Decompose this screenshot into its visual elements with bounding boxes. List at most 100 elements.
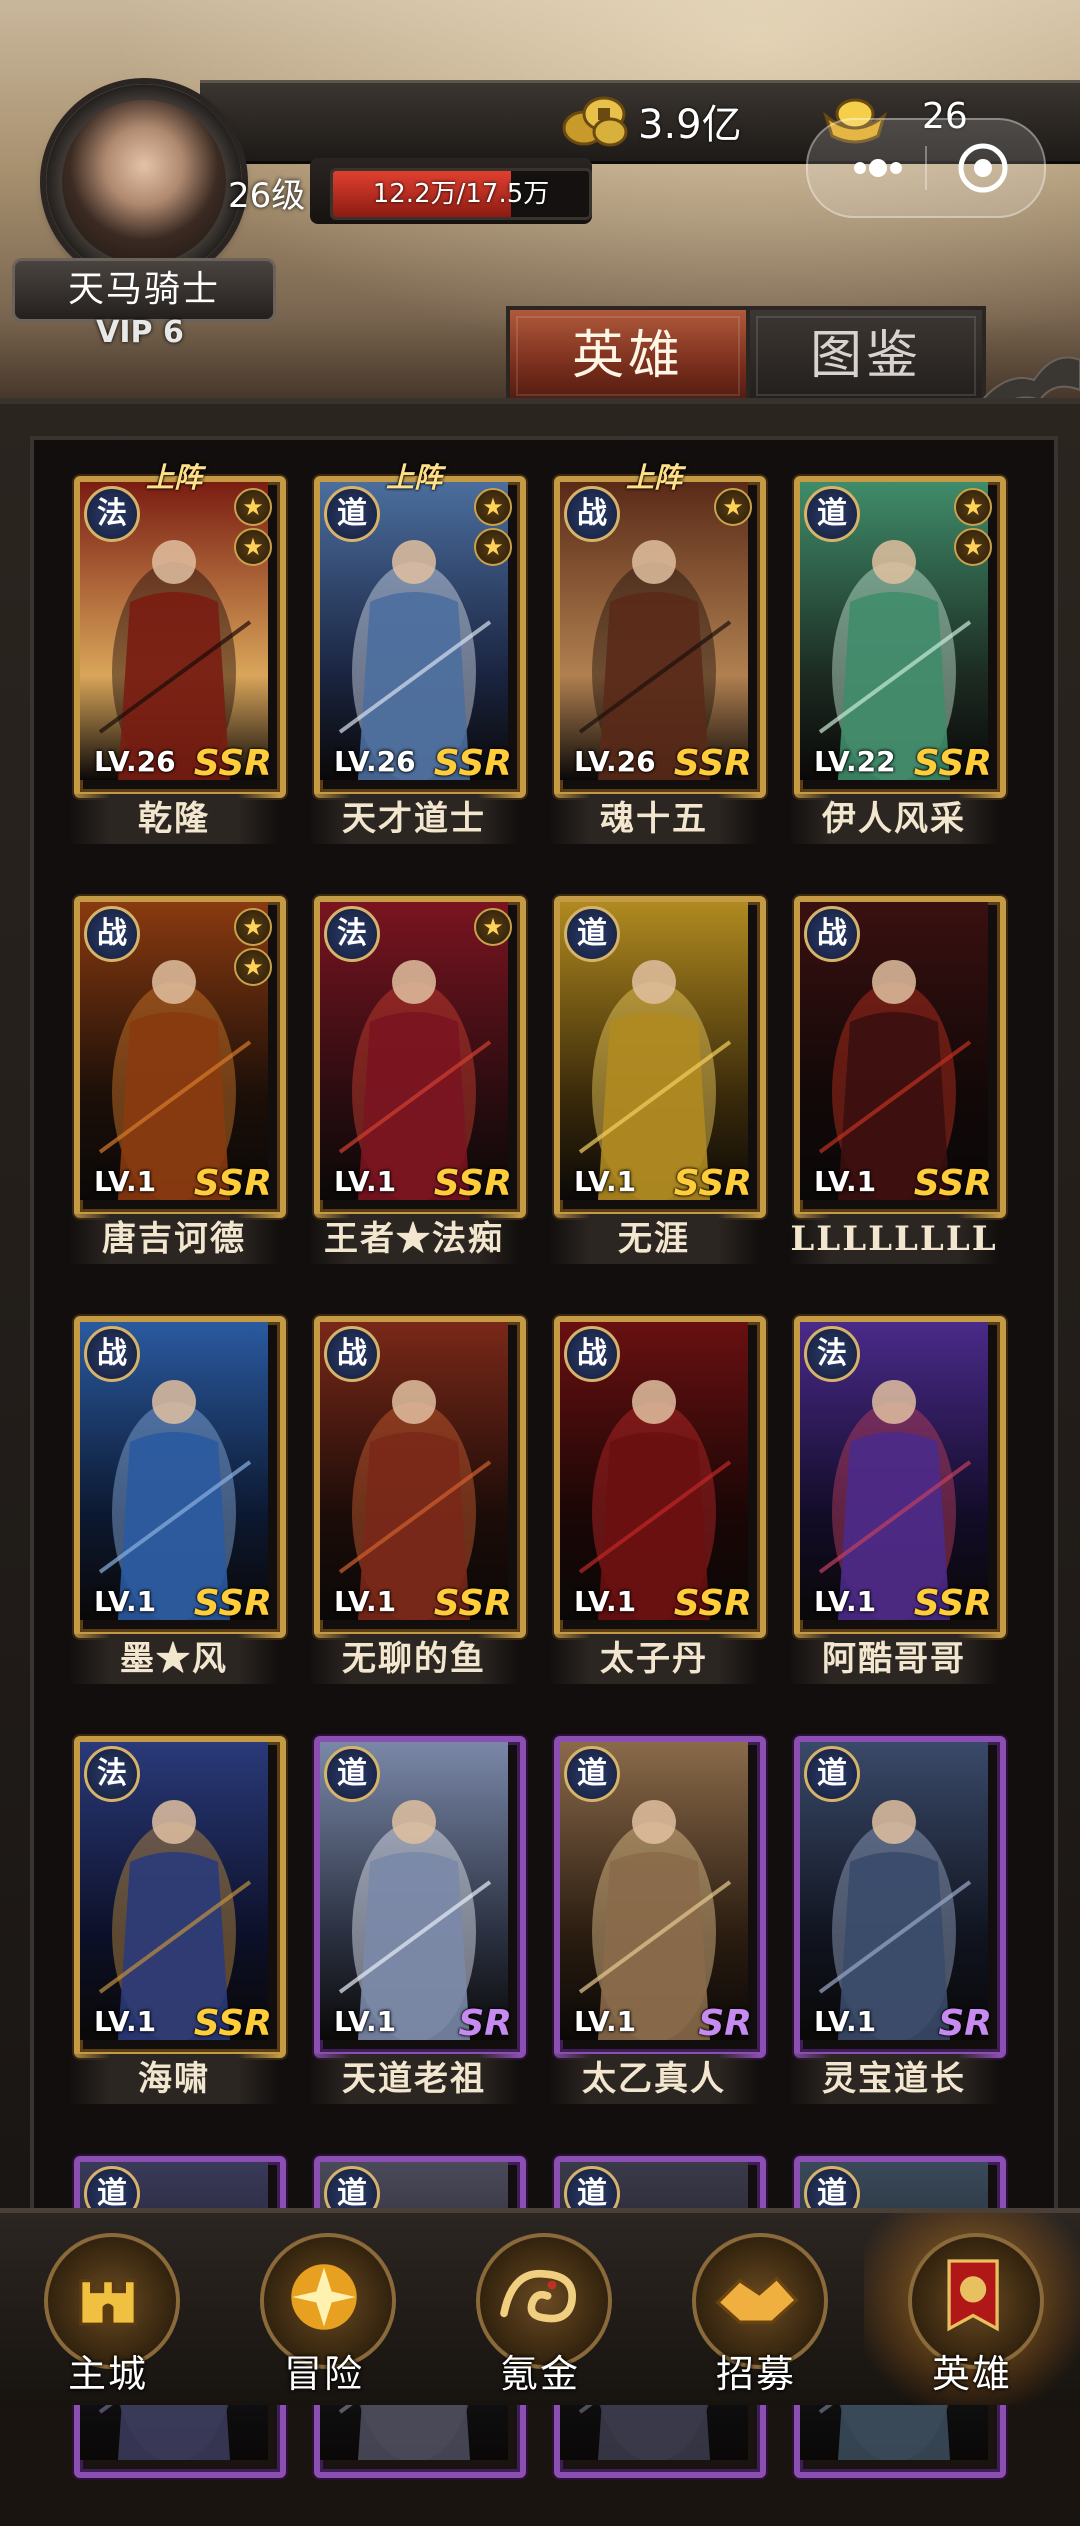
hero-card[interactable]: 法 LV.1 SSR 海啸	[68, 1736, 286, 2106]
avatar-portrait	[62, 100, 226, 264]
hero-level: LV.22	[814, 745, 896, 778]
star-icon: ★	[954, 488, 992, 526]
hero-card[interactable]: 道 ★ ★ LV.22 SSR 伊人风采	[788, 476, 1006, 846]
star-icon: ★	[234, 528, 272, 566]
hero-card[interactable]: 道 LV.1 SR 天道老祖	[308, 1736, 526, 2106]
player-avatar[interactable]	[46, 84, 242, 280]
miniprogram-capsule	[806, 118, 1046, 218]
hero-name: LLLLLLLL	[788, 1214, 1000, 1264]
hero-name: 太子丹	[548, 1634, 760, 1684]
hero-name: 唐吉诃德	[68, 1214, 280, 1264]
nav-item-castle[interactable]: 主城	[0, 2213, 216, 2405]
hero-class-badge: 道	[564, 1746, 620, 1802]
gold-coins-icon	[562, 96, 628, 147]
hero-level: LV.26	[574, 745, 656, 778]
deployed-badge: 上阵	[625, 461, 682, 494]
hero-name: 王者★法痴	[308, 1214, 520, 1264]
hero-rarity: SR	[698, 2003, 752, 2044]
hero-card[interactable]: 法 LV.1 SSR 阿酷哥哥	[788, 1316, 1006, 1686]
hero-rarity: SSR	[673, 1583, 752, 1624]
star-icon: ★	[234, 488, 272, 526]
hero-portrait-frame: 战 LV.1 SSR	[314, 1316, 526, 1638]
hero-level: LV.1	[814, 2005, 877, 2038]
hero-class-badge: 道	[804, 1746, 860, 1802]
hero-grid[interactable]: 法 ★ ★ LV.26 SSR 上阵 乾隆 道 ★ ★ LV.26 SSR 上阵…	[30, 436, 1058, 2478]
hero-card[interactable]: 道 LV.1 SR 太乙真人	[548, 1736, 766, 2106]
hero-class-badge: 战	[804, 906, 860, 962]
hero-rarity: SSR	[433, 743, 512, 784]
hero-card[interactable]: 战 ★ ★ LV.1 SSR 唐吉诃德	[68, 896, 286, 1266]
nav-item-handshake[interactable]: 招募	[648, 2213, 864, 2405]
player-name: 天马骑士	[12, 258, 276, 322]
hero-class-badge: 战	[324, 1326, 380, 1382]
hero-rarity: SSR	[193, 1583, 272, 1624]
hero-class-badge: 法	[324, 906, 380, 962]
dragon-icon	[500, 2269, 576, 2323]
star-icon: ★	[474, 908, 512, 946]
hero-card[interactable]: 战 LV.1 SSR 无聊的鱼	[308, 1316, 526, 1686]
castle-icon	[79, 2279, 137, 2326]
tab-heroes[interactable]: 英雄	[506, 306, 750, 402]
hero-portrait-frame: 道 LV.1 SR	[794, 1736, 1006, 2058]
hero-portrait-frame: 战 LV.1 SSR	[554, 1316, 766, 1638]
tab-heroes-border	[516, 316, 740, 396]
hero-card[interactable]: 战 LV.1 SSR 墨★风	[68, 1316, 286, 1686]
hero-class-badge: 法	[84, 486, 140, 542]
hero-level: LV.1	[94, 1165, 157, 1198]
hero-level: LV.1	[334, 2005, 397, 2038]
hero-card[interactable]: 法 ★ LV.1 SSR 王者★法痴	[308, 896, 526, 1266]
tab-codex[interactable]: 图鉴	[746, 306, 986, 402]
hero-card[interactable]: 道 ★ ★ LV.26 SSR 上阵 天才道士	[308, 461, 526, 846]
star-icon: ★	[954, 528, 992, 566]
player-level: 26级	[228, 176, 306, 216]
star-icon: ★	[474, 528, 512, 566]
gold-amount: 3.9亿	[638, 102, 742, 148]
deployed-badge: 上阵	[145, 461, 202, 494]
hero-rarity: SSR	[913, 1583, 992, 1624]
hero-level: LV.1	[94, 2005, 157, 2038]
nav-item-adventure[interactable]: 冒险	[216, 2213, 432, 2405]
hero-rarity: SSR	[913, 1163, 992, 1204]
hero-card[interactable]: 战 ★ LV.26 SSR 上阵 魂十五	[548, 461, 766, 846]
hero-class-badge: 法	[84, 1746, 140, 1802]
exp-text: 12.2万/17.5万	[372, 179, 550, 209]
hero-card[interactable]: 道 LV.1 SR 灵宝道长	[788, 1736, 1006, 2106]
hero-name: 天才道士	[308, 794, 520, 844]
hero-portrait-frame: 道 ★ ★ LV.22 SSR	[794, 476, 1006, 798]
hero-panel: 法 ★ ★ LV.26 SSR 上阵 乾隆 道 ★ ★ LV.26 SSR 上阵…	[0, 398, 1080, 2478]
hero-portrait-frame: 道 LV.1 SSR	[554, 896, 766, 1218]
hero-class-badge: 道	[324, 1746, 380, 1802]
hero-portrait-frame: 法 LV.1 SSR	[74, 1736, 286, 2058]
hero-name: 天道老祖	[308, 2054, 520, 2104]
hero-rarity: SSR	[673, 1163, 752, 1204]
nav-item-banner[interactable]: 英雄	[864, 2213, 1080, 2405]
hero-portrait-frame: 道 ★ ★ LV.26 SSR	[314, 476, 526, 798]
star-icon: ★	[474, 488, 512, 526]
hero-rarity: SSR	[193, 1163, 272, 1204]
hero-class-badge: 道	[804, 486, 860, 542]
star-icon: ★	[714, 488, 752, 526]
hero-class-badge: 战	[564, 486, 620, 542]
banner-icon	[947, 2259, 999, 2332]
nav-label: 招募	[715, 2352, 796, 2396]
hero-portrait-frame: 战 LV.1 SSR	[794, 896, 1006, 1218]
hero-name: 墨★风	[68, 1634, 280, 1684]
hero-card[interactable]: 法 ★ ★ LV.26 SSR 上阵 乾隆	[68, 461, 286, 846]
hero-name: 阿酷哥哥	[788, 1634, 1000, 1684]
hero-portrait-frame: 战 ★ LV.26 SSR	[554, 476, 766, 798]
close-target-icon[interactable]	[928, 120, 1038, 216]
hero-name: 伊人风采	[788, 794, 1000, 844]
hero-name: 无聊的鱼	[308, 1634, 520, 1684]
hero-rarity: SSR	[913, 743, 992, 784]
nav-label: 英雄	[931, 2352, 1012, 2396]
more-dots-icon[interactable]	[828, 120, 924, 216]
hero-level: LV.26	[334, 745, 416, 778]
hero-class-badge: 战	[84, 1326, 140, 1382]
hero-card[interactable]: 道 LV.1 SSR 无涯	[548, 896, 766, 1266]
hero-card[interactable]: 战 LV.1 SSR 太子丹	[548, 1316, 766, 1686]
hero-card[interactable]: 战 LV.1 SSR LLLLLLLL	[788, 896, 1006, 1266]
hero-portrait-frame: 道 LV.1 SR	[554, 1736, 766, 2058]
nav-item-dragon[interactable]: 氪金	[432, 2213, 648, 2405]
hero-level: LV.26	[94, 745, 176, 778]
vip-level: VIP 6	[96, 315, 184, 350]
